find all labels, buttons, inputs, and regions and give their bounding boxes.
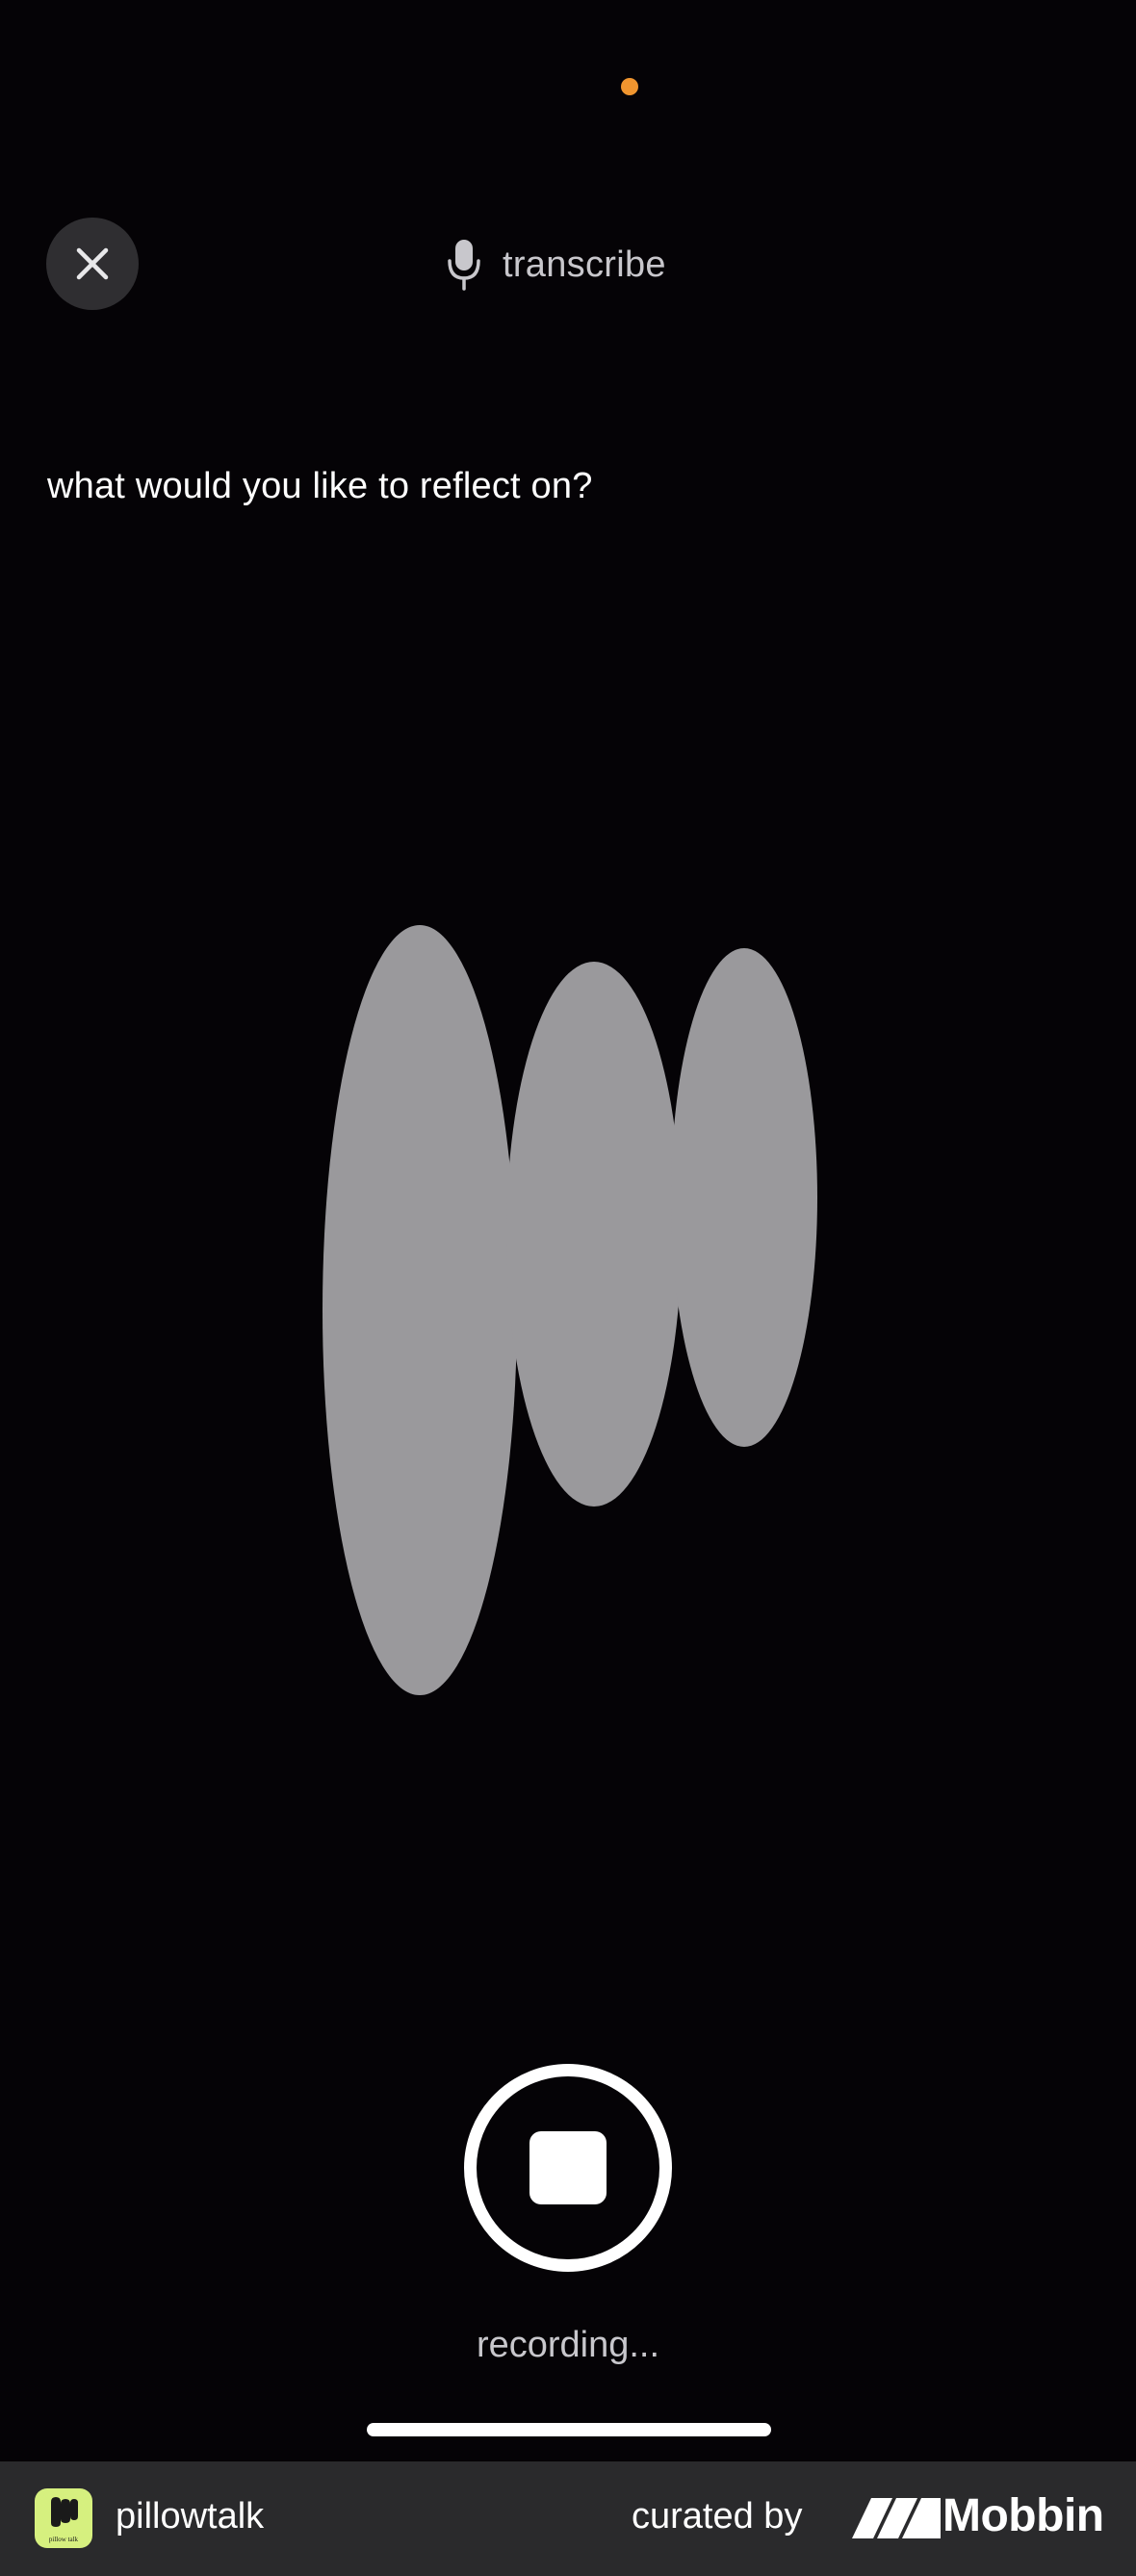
voice-waveform-visualizer [323, 925, 817, 1695]
app-logo: pillow talk [35, 2488, 92, 2548]
stop-icon [529, 2131, 607, 2204]
transcribe-button[interactable]: transcribe [445, 235, 666, 295]
microphone-icon [448, 240, 480, 291]
reflection-prompt: what would you like to reflect on? [47, 466, 593, 506]
stop-recording-button[interactable] [464, 2064, 672, 2272]
footer-bar: pillow talk pillowtalk curated by Mobbin [0, 2461, 1136, 2576]
waveform-blob-right [671, 948, 817, 1447]
transcribe-label: transcribe [503, 244, 666, 285]
waveform-blob-left [323, 925, 517, 1695]
close-icon [76, 247, 109, 280]
brand-name: Mobbin [942, 2490, 1104, 2541]
recording-status: recording... [476, 2325, 660, 2365]
recording-indicator-dot [621, 78, 638, 95]
close-button[interactable] [46, 218, 139, 310]
app-name: pillowtalk [116, 2496, 265, 2537]
home-indicator [367, 2423, 771, 2436]
curated-by-label: curated by [632, 2496, 803, 2537]
waveform-blob-middle [506, 962, 682, 1507]
mobbin-logo-icon [852, 2498, 941, 2538]
app-logo-text: pillow talk [49, 2536, 79, 2543]
